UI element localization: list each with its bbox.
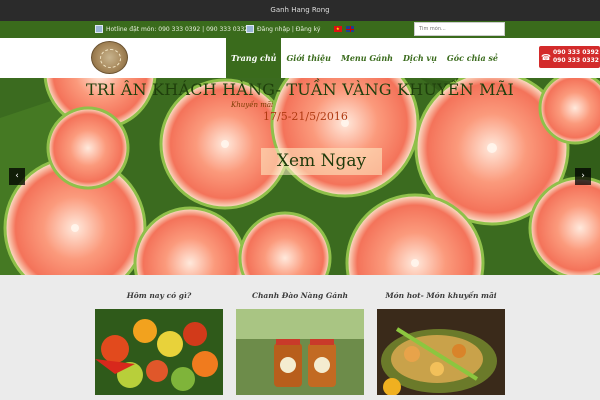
section-title-hot[interactable]: Món hot- Món khuyến mãi <box>377 291 505 300</box>
section-title-chanh-dao[interactable]: Chanh Đào Nàng Gánh <box>236 291 364 300</box>
nav-item-services[interactable]: Dịch vụ <box>398 38 442 78</box>
hotline-text: Hotline đặt món: 090 333 0392 | 090 333 … <box>106 25 249 33</box>
nav-item-menu[interactable]: Menu Gánh <box>336 38 398 78</box>
search-input[interactable] <box>414 22 505 36</box>
phone-number-2: 090 333 0332 <box>553 57 599 64</box>
top-info-bar: Hotline đặt món: 090 333 0392 | 090 333 … <box>0 21 600 38</box>
slider-prev-arrow[interactable]: ‹ <box>9 168 25 185</box>
vietnam-flag-icon[interactable] <box>334 26 342 32</box>
window-title: Ganh Hang Rong <box>0 0 600 21</box>
grapefruit-image <box>0 78 600 275</box>
user-icon <box>246 25 254 33</box>
phone-icon <box>95 25 103 33</box>
see-now-button[interactable]: Xem Ngay <box>261 148 382 175</box>
uk-flag-icon[interactable] <box>346 26 354 32</box>
phone-numbers: 090 333 0392 090 333 0332 <box>553 49 599 65</box>
today-image[interactable] <box>95 309 223 395</box>
menu: Trang chủ Giới thiệu Menu Gánh Dịch vụ G… <box>226 38 503 78</box>
banner-subtitle: Khuyến mãi <box>231 101 274 109</box>
chanh-dao-image[interactable] <box>236 309 364 395</box>
phone-button[interactable]: ☎ 090 333 0392 090 333 0332 <box>539 46 600 68</box>
section-title-today[interactable]: Hôm nay có gì? <box>95 291 223 300</box>
slider-next-arrow[interactable]: › <box>575 168 591 185</box>
site-logo[interactable] <box>91 41 128 74</box>
login-register-link[interactable]: Đăng nhập | Đăng ký <box>246 25 320 33</box>
nav-item-sharing[interactable]: Góc chia sẻ <box>442 38 503 78</box>
main-navigation: Trang chủ Giới thiệu Menu Gánh Dịch vụ G… <box>0 38 600 78</box>
banner-title: TRI ÂN KHÁCH HÀNG- TUẦN VÀNG KHUYẾN MÃI <box>85 80 515 99</box>
featured-sections: Hôm nay có gì? Chanh Đào Nàng Gánh Món h… <box>0 275 600 400</box>
phone-icon: ☎ <box>541 52 551 62</box>
hotline: Hotline đặt món: 090 333 0392 | 090 333 … <box>95 25 248 33</box>
hot-dish-image[interactable] <box>377 309 505 395</box>
phone-number-1: 090 333 0392 <box>553 49 599 56</box>
hero-banner: TRI ÂN KHÁCH HÀNG- TUẦN VÀNG KHUYẾN MÃI … <box>0 78 600 275</box>
nav-item-home[interactable]: Trang chủ <box>226 38 282 78</box>
banner-date: 17/5-21/5/2016 <box>263 110 348 123</box>
nav-item-about[interactable]: Giới thiệu <box>281 38 336 78</box>
login-text[interactable]: Đăng nhập | Đăng ký <box>257 26 320 33</box>
language-switcher <box>334 26 354 32</box>
